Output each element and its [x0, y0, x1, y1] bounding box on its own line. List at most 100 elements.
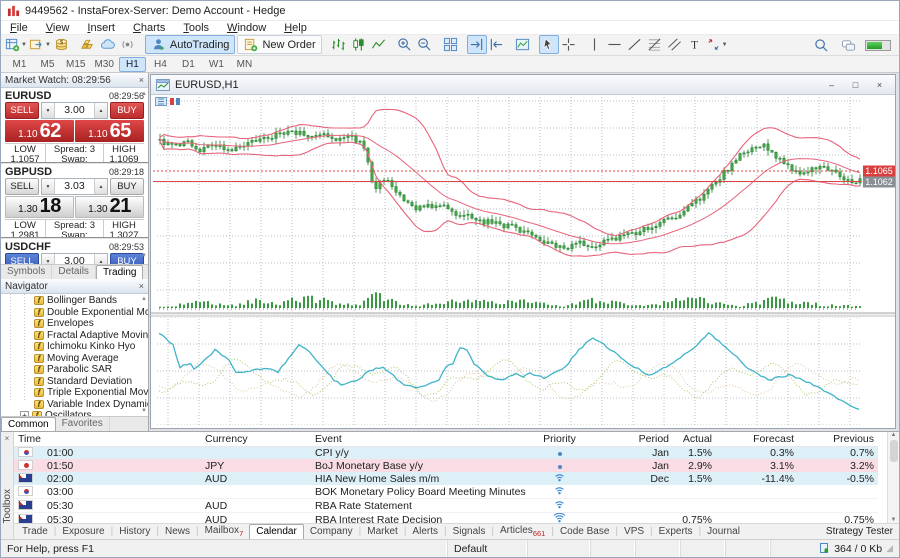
bid-price[interactable]: 1.1062 [5, 120, 74, 142]
status-profile[interactable]: Default [448, 540, 528, 557]
menu-help[interactable]: Help [275, 22, 316, 34]
calendar-row[interactable]: 01:50JPYBoJ Monetary Base y/yJan2.9%3.1%… [14, 459, 878, 472]
tile-windows-icon[interactable] [441, 35, 461, 54]
toolbox-tab-vps[interactable]: VPS [618, 525, 650, 538]
timeframe-w1[interactable]: W1 [203, 57, 230, 72]
toolbox-tab-experts[interactable]: Experts [653, 525, 699, 538]
chart-quick-icons[interactable] [155, 97, 181, 106]
ask-price[interactable]: 1.1065 [75, 120, 144, 142]
resize-grip-icon[interactable]: ◢ [886, 543, 895, 554]
scroll-up-icon[interactable]: ▲ [891, 432, 897, 438]
column-header-currency[interactable]: Currency [201, 432, 311, 446]
channel-icon[interactable] [665, 35, 685, 54]
toolbox-tab-company[interactable]: Company [304, 525, 359, 538]
buy-button[interactable]: BUY [110, 253, 144, 264]
signal-icon[interactable] [118, 35, 138, 54]
search-icon[interactable] [811, 36, 831, 55]
column-header-actual[interactable]: Actual [673, 432, 716, 446]
menu-insert[interactable]: Insert [78, 22, 124, 34]
close-icon[interactable]: × [139, 281, 144, 291]
new-chart-icon[interactable]: ▼ [4, 35, 28, 54]
buy-button[interactable]: BUY [110, 178, 144, 195]
column-header-time[interactable]: Time [14, 432, 201, 446]
caret-down-icon[interactable]: ▼ [21, 42, 27, 48]
calendar-scrollbar[interactable]: ▲ ▼ [887, 432, 899, 523]
tab-ticks[interactable]: Ticks [143, 265, 148, 279]
toolbox-tab-journal[interactable]: Journal [701, 525, 746, 538]
chart-window[interactable]: EURUSD,H1 – □ × 1.10651.1062 [150, 74, 896, 429]
fibonacci-icon[interactable] [645, 35, 665, 54]
tab-common[interactable]: Common [1, 417, 56, 431]
profiles-icon[interactable]: ▼ [28, 35, 52, 54]
toolbox-tab-market[interactable]: Market [361, 525, 404, 538]
close-icon[interactable]: × [869, 77, 890, 92]
calendar-row[interactable]: 01:00CPI y/yJan1.5%0.3%0.7% [14, 446, 878, 459]
spin-up-icon[interactable]: ▲ [94, 254, 107, 264]
bars-icon[interactable] [329, 35, 349, 54]
column-header-priority[interactable]: Priority [528, 432, 591, 446]
candles-icon[interactable] [349, 35, 369, 54]
zoom-out-icon[interactable] [415, 35, 435, 54]
timeframe-m1[interactable]: M1 [6, 57, 33, 72]
spin-down-icon[interactable]: ▼ [42, 254, 55, 264]
new-order-button[interactable]: New Order [237, 35, 321, 54]
chart-title-bar[interactable]: EURUSD,H1 – □ × [151, 75, 895, 95]
cursor-icon[interactable] [539, 35, 559, 54]
scroll-up-icon[interactable]: ▲ [141, 296, 147, 302]
scroll-down-icon[interactable]: ▼ [891, 517, 897, 523]
scroll-down-icon[interactable]: ▼ [141, 253, 147, 259]
sell-button[interactable]: SELL [5, 178, 39, 195]
chart-canvas[interactable]: 1.10651.1062 [151, 95, 895, 428]
spin-up-icon[interactable]: ▲ [94, 103, 107, 118]
toolbox-vertical-label[interactable]: Toolbox [2, 489, 13, 523]
toolbox-tab-signals[interactable]: Signals [447, 525, 492, 538]
toolbox-tab-trade[interactable]: Trade [16, 525, 54, 538]
column-header-forecast[interactable]: Forecast [716, 432, 798, 446]
timeframe-h1[interactable]: H1 [119, 57, 146, 72]
volume-stepper[interactable]: ▼3.00▲ [41, 102, 108, 119]
toolbox-tab-articles[interactable]: Articles661 [494, 524, 551, 539]
funds-icon[interactable]: $ [52, 35, 72, 54]
buy-button[interactable]: BUY [110, 102, 144, 119]
price-chart[interactable]: 1.10651.1062 [151, 95, 895, 425]
strategy-tester-button[interactable]: Strategy Tester [826, 526, 899, 537]
scrollbar-thumb[interactable] [890, 440, 898, 462]
market-watch-symbol-gbpusd[interactable]: GBPUSD 08:29:18 SELL ▼3.03▲ BUY 1.3018 1… [1, 162, 148, 237]
volume-stepper[interactable]: ▼3.00▲ [41, 253, 108, 264]
gold-icon[interactable] [78, 35, 98, 54]
scroll-down-icon[interactable]: ▼ [141, 408, 147, 414]
menu-tools[interactable]: Tools [174, 22, 218, 34]
chart-shift-icon[interactable] [487, 35, 507, 54]
tab-trading[interactable]: Trading [96, 265, 144, 279]
tree-item-oscillators[interactable]: +fOscillators [1, 410, 148, 416]
expand-icon[interactable]: + [20, 411, 29, 416]
close-icon[interactable]: × [5, 434, 10, 443]
horizontal-line-icon[interactable] [605, 35, 625, 54]
volume-value[interactable]: 3.00 [55, 254, 94, 264]
menu-charts[interactable]: Charts [124, 22, 174, 34]
spin-down-icon[interactable]: ▼ [42, 103, 55, 118]
bid-price[interactable]: 1.3018 [5, 196, 74, 218]
auto-scroll-icon[interactable] [467, 35, 487, 54]
caret-down-icon[interactable]: ▼ [45, 42, 51, 48]
column-header-previous[interactable]: Previous [798, 432, 878, 446]
tab-symbols[interactable]: Symbols [1, 265, 52, 279]
market-watch-symbol-usdchf[interactable]: USDCHF 08:29:53 SELL ▼3.00▲ BUY ▼ [1, 237, 148, 264]
toolbox-tab-calendar[interactable]: Calendar [249, 524, 304, 539]
toolbox-tab-alerts[interactable]: Alerts [406, 525, 444, 538]
spin-up-icon[interactable]: ▲ [94, 179, 107, 194]
maximize-icon[interactable]: □ [845, 77, 866, 92]
text-tool-icon[interactable]: T [685, 35, 705, 54]
toolbox-tab-exposure[interactable]: Exposure [56, 525, 110, 538]
timeframe-h4[interactable]: H4 [147, 57, 174, 72]
zoom-in-icon[interactable] [395, 35, 415, 54]
line-chart-icon[interactable] [369, 35, 389, 54]
calendar-row[interactable]: 02:00AUDHIA New Home Sales m/mDec1.5%-11… [14, 472, 878, 485]
autotrading-button[interactable]: AutoTrading [145, 35, 236, 54]
trendline-icon[interactable] [625, 35, 645, 54]
timeframe-m5[interactable]: M5 [34, 57, 61, 72]
timeframe-d1[interactable]: D1 [175, 57, 202, 72]
toolbox-tab-code-base[interactable]: Code Base [554, 525, 615, 538]
sell-button[interactable]: SELL [5, 253, 39, 264]
cloud-icon[interactable] [98, 35, 118, 54]
